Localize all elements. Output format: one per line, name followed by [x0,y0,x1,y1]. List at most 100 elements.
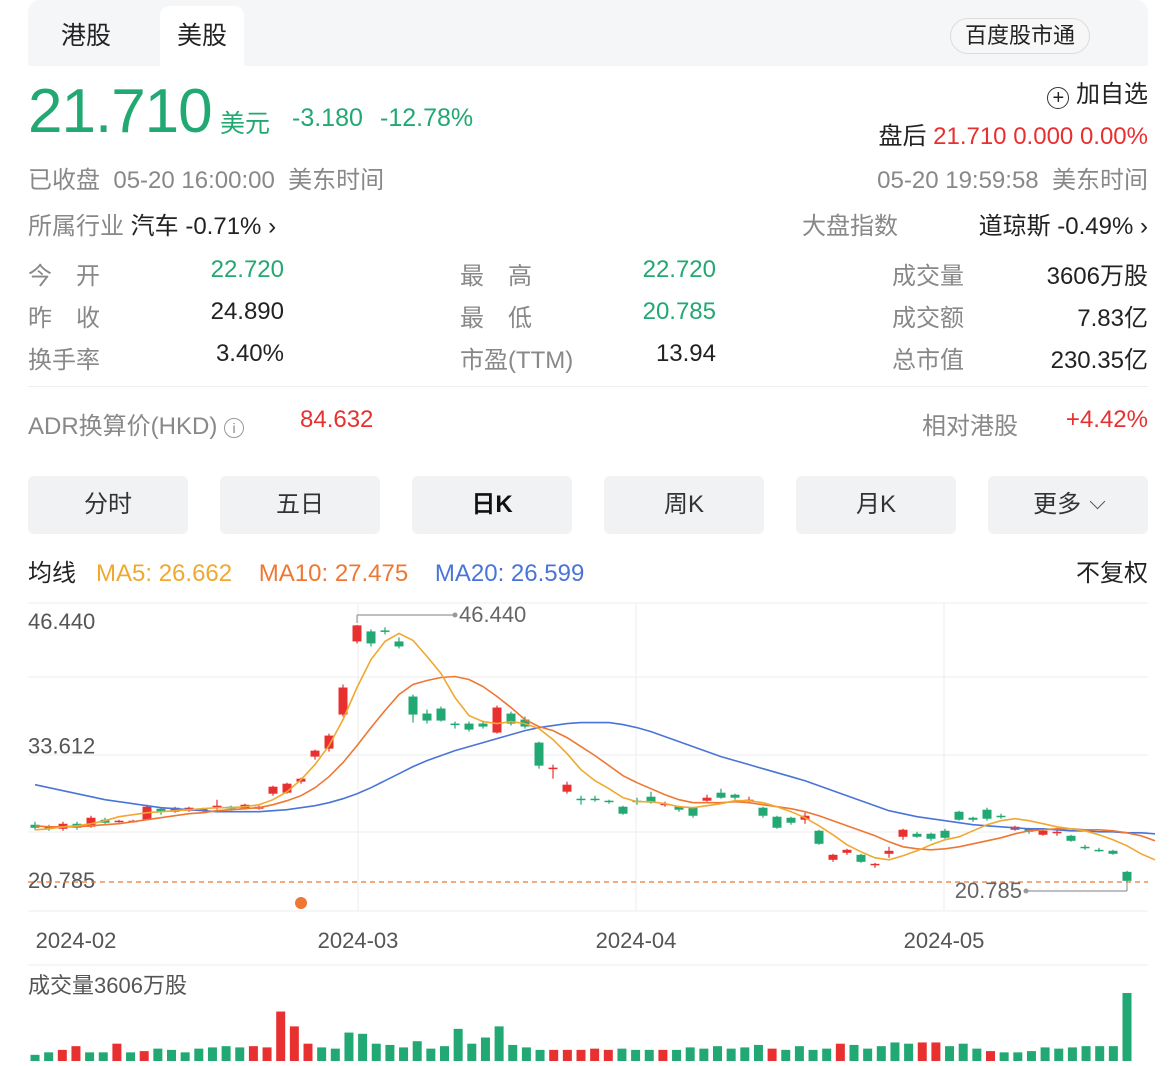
volume-bar [1081,1046,1091,1061]
volume-bar [999,1052,1009,1061]
volume-bar [207,1047,217,1061]
after-tz: 美东时间 [1052,167,1148,194]
period-5day-button[interactable]: 五日 [220,476,380,534]
period-intraday-button[interactable]: 分时 [28,476,188,534]
price-change-pct: -12.78% [380,104,474,132]
candle-body [1122,871,1132,881]
industry-name: 汽车 [130,213,179,240]
volume-bar [371,1043,381,1061]
kline-chart[interactable]: 46.440 33.612 20.785 2024-02 2024-03 2024-04… [0,595,1172,1066]
candle-body [422,713,432,721]
volume-bar [508,1044,518,1061]
volume-bar [344,1032,354,1061]
volume-bar [412,1041,422,1061]
volume-bar [849,1044,859,1061]
volume-bar [603,1049,613,1061]
chevron-down-icon [1089,493,1106,510]
candle-body [604,800,614,803]
x-tick-label: 2024-03 [318,928,399,953]
volume-bar [631,1049,641,1061]
candle-body [842,849,852,853]
x-tick-label: 2024-05 [904,928,985,953]
period-weekly-button[interactable]: 周K [604,476,764,534]
candle-body [352,625,362,642]
candle-body [702,797,712,801]
candle-body [926,833,936,839]
x-axis-labels: 2024-02 2024-03 2024-04 2024-05 [36,928,985,953]
candle-body [898,829,908,837]
after-hours-price: 21.710 [933,123,1007,150]
volume-bar [480,1037,490,1061]
period-daily-button[interactable]: 日K [412,476,572,534]
volume-bar [808,1049,818,1061]
candlesticks [30,625,1132,882]
volume-bar [30,1054,40,1061]
index-link[interactable]: 道琼斯 -0.49% › [979,206,1148,241]
volume-bar [972,1048,982,1061]
stat-value: 3.40% [215,340,284,367]
volume-bar [71,1046,81,1061]
volume-bar [221,1046,231,1061]
candle-body [870,863,880,866]
stat-label: 今 开 [28,263,100,290]
volume-bar [1067,1047,1077,1061]
stat-value: 22.720 [642,256,716,283]
volume-bars: 成交量3606万股 [28,973,1132,1061]
tab-hk[interactable]: 港股 [28,6,144,66]
volume-bar [713,1046,722,1061]
volume-bar [740,1047,750,1061]
industry-link[interactable]: 所属行业 汽车 -0.71% › [28,206,276,241]
volume-bar [767,1048,777,1061]
volume-bar [385,1044,395,1061]
ma-legend: 均线 MA5: 26.662 MA10: 27.475 MA20: 26.599 [28,553,584,588]
volume-bar [98,1052,108,1061]
candle-body [772,816,782,828]
volume-bar [358,1033,368,1061]
volume-bar [44,1052,54,1061]
volume-label: 成交量3606万股 [28,973,187,998]
stat-value: 7.83亿 [1077,305,1148,332]
candle-body [394,641,404,647]
after-time: 05-20 19:59:58 [877,167,1039,194]
period-more-button[interactable]: 更多 [988,476,1148,534]
candle-body [268,786,278,794]
chart-grid [28,602,1148,966]
market-tabbar: 港股 美股 百度股市通 [28,0,1148,66]
volume-bar [276,1011,286,1061]
candle-body [954,811,964,820]
volume-bar [781,1049,791,1061]
candle-body [576,798,586,801]
volume-bar [317,1047,327,1061]
stat-value: 230.35亿 [1050,347,1148,374]
volume-bar [699,1048,709,1061]
market-status: 已收盘 05-20 16:00:00 美东时间 [28,160,384,195]
market-tz: 美东时间 [288,167,385,194]
candle-body [1080,846,1090,849]
broker-button[interactable]: 百度股市通 [949,18,1090,54]
volume-bar [112,1043,122,1061]
after-hours-label: 盘后 [878,123,927,150]
tab-us[interactable]: 美股 [160,6,244,66]
volume-bar [945,1046,955,1061]
volume-bar [235,1047,245,1061]
volume-bar [167,1049,176,1061]
volume-bar [494,1026,504,1061]
event-marker-dot [295,897,307,909]
last-price: 21.710 [28,77,213,146]
volume-bar [1095,1046,1105,1061]
ma20-value: MA20: 26.599 [434,560,585,587]
info-icon[interactable]: i [224,418,244,438]
volume-bar [726,1048,736,1061]
volume-bar [453,1028,463,1061]
volume-bar [153,1048,163,1061]
candle-body [1052,831,1062,834]
stat-label: 成交额 [892,305,964,332]
adjust-toggle[interactable]: 不复权 [1076,553,1148,588]
period-monthly-button[interactable]: 月K [796,476,956,534]
candle-body [366,631,376,644]
add-watchlist-label: 加自选 [1076,81,1148,108]
candle-body [548,767,558,770]
adr-value: 84.632 [300,406,374,433]
add-watchlist-button[interactable]: + 加自选 [1047,74,1148,109]
volume-bar [248,1046,258,1061]
